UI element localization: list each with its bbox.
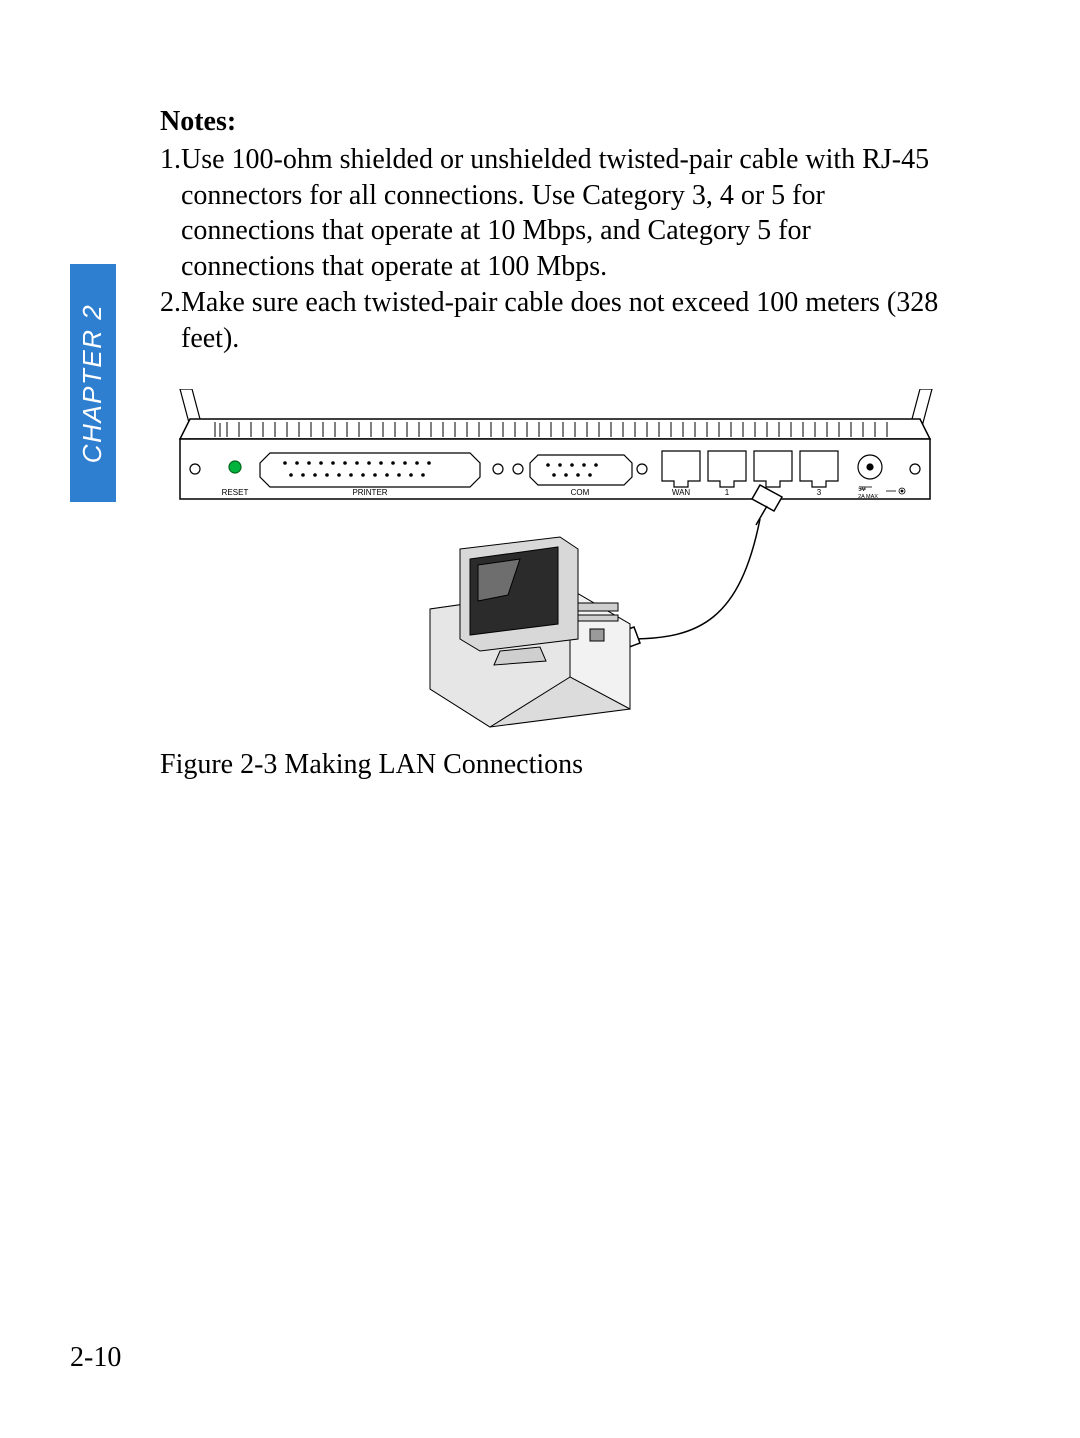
label-wan: WAN — [672, 488, 691, 497]
label-lan1: 1 — [725, 488, 730, 497]
document-page: CHAPTER 2 Notes: 1. Use 100-ohm shielded… — [0, 0, 1080, 1438]
note-item: 2. Make sure each twisted-pair cable doe… — [160, 285, 940, 357]
note-number: 2. — [160, 285, 181, 357]
label-power-5v: 5V — [858, 487, 865, 493]
label-printer: PRINTER — [352, 488, 387, 497]
note-text: Use 100-ohm shielded or unshielded twist… — [181, 142, 940, 285]
chapter-tab-label: CHAPTER 2 — [78, 303, 109, 462]
note-number: 1. — [160, 142, 181, 285]
notes-heading: Notes: — [160, 104, 940, 140]
label-lan3: 3 — [817, 488, 822, 497]
figure-caption: Figure 2-3 Making LAN Connections — [160, 747, 940, 783]
note-text: Make sure each twisted-pair cable does n… — [181, 285, 940, 357]
label-com: COM — [571, 488, 590, 497]
note-item: 1. Use 100-ohm shielded or unshielded tw… — [160, 142, 940, 285]
label-power-2amax: 2A MAX — [858, 494, 878, 500]
computer-icon — [430, 537, 630, 727]
page-number: 2-10 — [70, 1342, 121, 1374]
chapter-tab: CHAPTER 2 — [70, 264, 116, 502]
router-lan-diagram: RESET PRINTER COM WAN 1 3 5V 2A MAX — [160, 389, 940, 729]
label-reset: RESET — [222, 488, 249, 497]
figure: RESET PRINTER COM WAN 1 3 5V 2A MAX — [160, 389, 940, 783]
main-content: Notes: 1. Use 100-ohm shielded or unshie… — [160, 104, 940, 783]
